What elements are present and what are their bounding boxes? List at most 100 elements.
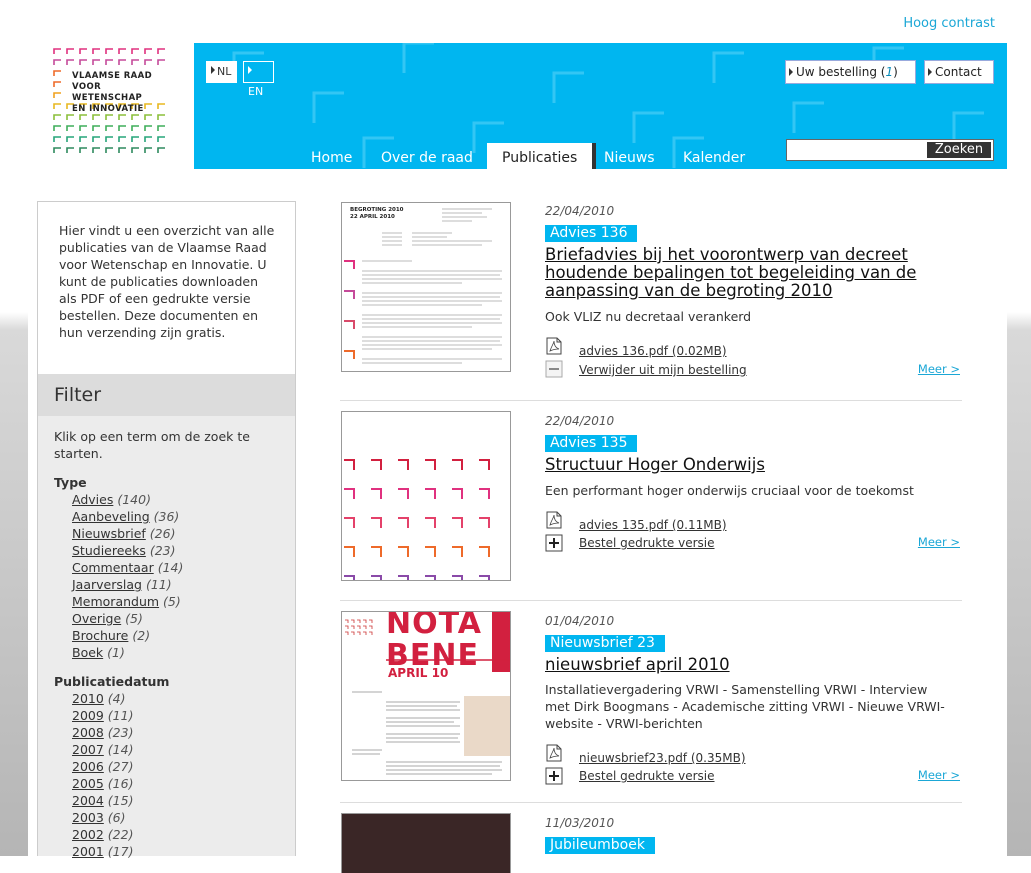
pdf-download-link[interactable]: nieuwsbrief23.pdf (0.35MB) bbox=[579, 751, 746, 765]
publication-description: Ook VLIZ nu decretaal verankerd bbox=[545, 309, 752, 324]
filter-count: (14) bbox=[107, 742, 134, 757]
filter-item: 2001 (17) bbox=[72, 843, 281, 860]
publication-title[interactable]: nieuwsbrief april 2010 bbox=[545, 656, 935, 674]
high-contrast-link[interactable]: Hoog contrast bbox=[903, 16, 995, 31]
triangle-right-icon bbox=[248, 66, 252, 74]
publication-badge: Advies 135 bbox=[545, 435, 638, 452]
filter-link[interactable]: Commentaar bbox=[72, 560, 154, 575]
filter-item: Nieuwsbrief (26) bbox=[72, 525, 281, 542]
filter-link[interactable]: Advies bbox=[72, 492, 113, 507]
publication-thumbnail[interactable] bbox=[341, 813, 511, 873]
order-print-link[interactable]: Bestel gedrukte versie bbox=[579, 536, 715, 550]
publication-date: 22/04/2010 bbox=[545, 204, 615, 218]
filter-count: (140) bbox=[117, 492, 151, 507]
publication-thumbnail[interactable]: NOTA BENE APRIL 10 bbox=[341, 611, 511, 781]
filter-link[interactable]: Jaarverslag bbox=[72, 577, 142, 592]
document-preview-icon bbox=[344, 208, 502, 364]
filter-item: Overige (5) bbox=[72, 610, 281, 627]
plus-icon[interactable] bbox=[545, 767, 563, 785]
pdf-icon bbox=[546, 511, 562, 529]
order-button[interactable]: Uw bestelling (1) bbox=[785, 60, 916, 84]
lang-en-button[interactable]: EN bbox=[243, 61, 274, 98]
filter-link[interactable]: 2007 bbox=[72, 742, 104, 757]
filter-link[interactable]: 2006 bbox=[72, 759, 104, 774]
pdf-icon bbox=[546, 337, 562, 355]
contact-button[interactable]: Contact bbox=[924, 60, 994, 84]
filter-link[interactable]: Memorandum bbox=[72, 594, 159, 609]
lang-nl-button[interactable]: NL bbox=[206, 61, 237, 83]
filter-link[interactable]: Aanbeveling bbox=[72, 509, 150, 524]
filter-link[interactable]: 2005 bbox=[72, 776, 104, 791]
triangle-right-icon bbox=[789, 68, 793, 76]
plus-icon[interactable] bbox=[545, 534, 563, 552]
filter-link[interactable]: Nieuwsbrief bbox=[72, 526, 146, 541]
filter-link[interactable]: 2008 bbox=[72, 725, 104, 740]
more-link[interactable]: Meer > bbox=[918, 768, 960, 782]
filter-count: (17) bbox=[107, 844, 134, 859]
filter-count: (36) bbox=[153, 509, 180, 524]
filter-count: (15) bbox=[107, 793, 134, 808]
publication-badge: Jubileumboek bbox=[545, 837, 655, 854]
publication-title[interactable]: Structuur Hoger Onderwijs bbox=[545, 456, 935, 474]
filter-link[interactable]: Studiereeks bbox=[72, 543, 146, 558]
minus-icon[interactable] bbox=[545, 360, 563, 378]
page: Hoog contrast VLAAMSE RAAD VOOR WETENSCH… bbox=[28, 0, 1007, 873]
publication-badge: Advies 136 bbox=[545, 225, 638, 242]
filter-link[interactable]: 2010 bbox=[72, 691, 104, 706]
filter-count: (23) bbox=[107, 725, 134, 740]
filter-group-date: Publicatiedatum 2010 (4) 2009 (11) 2008 (2… bbox=[54, 673, 281, 860]
more-link[interactable]: Meer > bbox=[918, 535, 960, 549]
filter-item: 2006 (27) bbox=[72, 758, 281, 775]
filter-count: (22) bbox=[107, 827, 134, 842]
filter-count: (2) bbox=[132, 628, 151, 643]
nav-kalender[interactable]: Kalender bbox=[683, 143, 745, 169]
filter-item: 2005 (16) bbox=[72, 775, 281, 792]
filter-type-list: Advies (140) Aanbeveling (36) Nieuwsbrief … bbox=[72, 491, 281, 661]
more-link[interactable]: Meer > bbox=[918, 362, 960, 376]
nav-publicaties[interactable]: Publicaties bbox=[487, 143, 597, 169]
search-input[interactable] bbox=[789, 141, 927, 158]
filter-link[interactable]: 2003 bbox=[72, 810, 104, 825]
order-print-link[interactable]: Bestel gedrukte versie bbox=[579, 769, 715, 783]
publication-thumbnail[interactable]: BEGROTING 2010 22 APRIL 2010 bbox=[341, 202, 511, 372]
filter-item: 2008 (23) bbox=[72, 724, 281, 741]
filter-link[interactable]: 2004 bbox=[72, 793, 104, 808]
nav-home[interactable]: Home bbox=[311, 143, 352, 169]
filter-link[interactable]: Overige bbox=[72, 611, 121, 626]
filter-link[interactable]: Boek bbox=[72, 645, 103, 660]
publication-badge: Nieuwsbrief 23 bbox=[545, 635, 665, 652]
publication-date: 11/03/2010 bbox=[545, 816, 615, 830]
publication-item: 11/03/2010 Jubileumboek bbox=[340, 803, 962, 873]
filter-item: Jaarverslag (11) bbox=[72, 576, 281, 593]
filter-item: Advies (140) bbox=[72, 491, 281, 508]
filter-link[interactable]: 2001 bbox=[72, 844, 104, 859]
filter-type-title: Type bbox=[54, 475, 87, 490]
remove-from-order-link[interactable]: Verwijder uit mijn bestelling bbox=[579, 363, 747, 377]
logo[interactable]: VLAAMSE RAAD VOOR WETENSCHAP EN INNOVATI… bbox=[52, 46, 172, 168]
filter-count: (14) bbox=[157, 560, 184, 575]
filter-item: 2003 (6) bbox=[72, 809, 281, 826]
filter-item: 2010 (4) bbox=[72, 690, 281, 707]
filter-item: 2009 (11) bbox=[72, 707, 281, 724]
filter-link[interactable]: 2002 bbox=[72, 827, 104, 842]
cover-pattern-icon bbox=[344, 459, 490, 580]
pdf-download-link[interactable]: advies 135.pdf (0.11MB) bbox=[579, 518, 727, 532]
triangle-right-icon bbox=[928, 68, 932, 76]
filter-item: Aanbeveling (36) bbox=[72, 508, 281, 525]
nav-over-de-raad[interactable]: Over de raad bbox=[381, 143, 473, 169]
filter-item: Brochure (2) bbox=[72, 627, 281, 644]
publication-item: 22/04/2010 Advies 135 Structuur Hoger On… bbox=[340, 401, 962, 601]
filter-group-type: Type Advies (140) Aanbeveling (36) Nieuwsb… bbox=[54, 474, 281, 661]
filter-link[interactable]: Brochure bbox=[72, 628, 128, 643]
logo-line-1: VLAAMSE RAAD bbox=[72, 71, 153, 81]
nav-nieuws[interactable]: Nieuws bbox=[604, 143, 655, 169]
search-button[interactable]: Zoeken bbox=[927, 142, 991, 158]
filter-link[interactable]: 2009 bbox=[72, 708, 104, 723]
lang-nl-label: NL bbox=[217, 65, 232, 78]
filter-intro: Klik op een term om de zoek te starten. bbox=[54, 429, 250, 461]
publication-thumbnail[interactable] bbox=[341, 411, 511, 581]
publication-title[interactable]: Briefadvies bij het voorontwerp van decr… bbox=[545, 246, 935, 300]
filter-count: (6) bbox=[107, 810, 126, 825]
pdf-download-link[interactable]: advies 136.pdf (0.02MB) bbox=[579, 344, 727, 358]
sidebar: Hier vindt u een overzicht van alle publ… bbox=[37, 201, 296, 859]
